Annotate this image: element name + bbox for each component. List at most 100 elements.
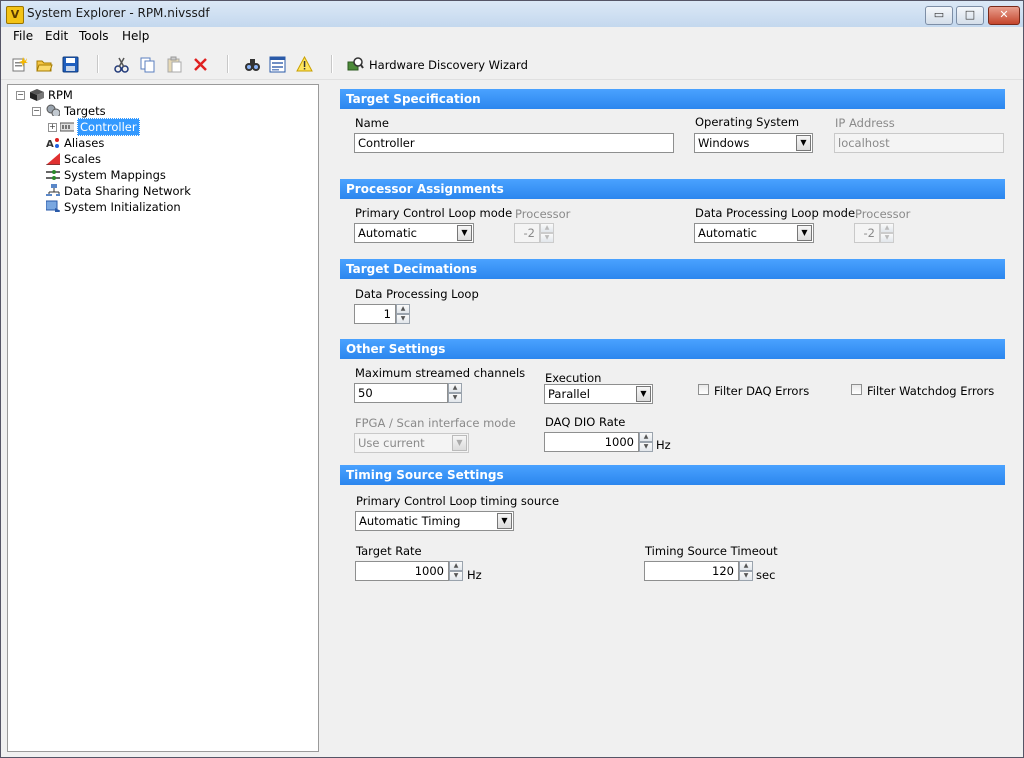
chevron-down-icon[interactable]: ▼ <box>452 435 467 451</box>
dpl-mode-label: Data Processing Loop mode <box>695 206 856 220</box>
dpl-mode-value: Automatic <box>698 226 757 240</box>
name-label: Name <box>355 116 389 130</box>
dpl-mode-select[interactable]: Automatic ▼ <box>694 223 814 243</box>
target-rate-stepper[interactable]: ▲ ▼ <box>449 561 463 581</box>
execution-select[interactable]: Parallel ▼ <box>544 384 653 404</box>
open-icon[interactable] <box>36 56 53 73</box>
filter-watchdog-errors-checkbox[interactable] <box>851 384 862 395</box>
new-icon[interactable] <box>11 56 28 73</box>
tree-item-data-sharing-network[interactable]: Data Sharing Network <box>46 183 246 199</box>
target-rate-label: Target Rate <box>356 544 422 558</box>
section-target-specification: Target Specification <box>340 89 1005 109</box>
dio-rate-unit: Hz <box>656 438 671 452</box>
chevron-down-icon[interactable]: ▼ <box>797 225 812 241</box>
pcl-mode-select[interactable]: Automatic ▼ <box>354 223 474 243</box>
processor2-stepper[interactable]: ▲ ▼ <box>880 223 894 243</box>
find-icon[interactable] <box>244 56 261 73</box>
hardware-discovery-wizard-button[interactable]: Hardware Discovery Wizard <box>369 58 528 72</box>
ip-label: IP Address <box>835 116 895 130</box>
minimize-button[interactable]: ▭ <box>925 6 953 25</box>
timing-timeout-field[interactable]: 120 <box>644 561 739 581</box>
max-channels-stepper[interactable]: ▲ ▼ <box>448 383 462 403</box>
collapse-icon[interactable]: − <box>16 91 25 100</box>
timing-timeout-stepper[interactable]: ▲ ▼ <box>739 561 753 581</box>
chevron-down-icon[interactable]: ▼ <box>796 135 811 151</box>
chevron-down-icon[interactable]: ▼ <box>457 225 472 241</box>
section-target-decimations: Target Decimations <box>340 259 1005 279</box>
os-label: Operating System <box>695 115 800 129</box>
fpga-mode-select[interactable]: Use current ▼ <box>354 433 469 453</box>
os-select[interactable]: Windows ▼ <box>694 133 813 153</box>
execution-value: Parallel <box>548 387 590 401</box>
tree-label: RPM <box>48 88 73 102</box>
targets-icon <box>46 104 60 116</box>
timing-source-select[interactable]: Automatic Timing ▼ <box>355 511 514 531</box>
warning-icon[interactable] <box>296 56 313 73</box>
tree-item-targets[interactable]: − Targets <box>32 103 232 119</box>
cut-icon[interactable] <box>113 56 130 73</box>
processor-field[interactable]: -2 <box>514 223 540 243</box>
close-button[interactable]: ✕ <box>988 6 1020 25</box>
toolbar-separator <box>227 55 229 73</box>
menu-file[interactable]: File <box>13 29 33 43</box>
target-rate-field[interactable]: 1000 <box>355 561 449 581</box>
app-icon: V <box>6 6 24 24</box>
dio-rate-field[interactable]: 1000 <box>544 432 639 452</box>
filter-daq-errors-checkbox[interactable] <box>698 384 709 395</box>
processor2-field[interactable]: -2 <box>854 223 880 243</box>
section-processor-assignments: Processor Assignments <box>340 179 1005 199</box>
dpl-decimation-stepper[interactable]: ▲ ▼ <box>396 304 410 324</box>
tree-label: System Initialization <box>64 200 181 214</box>
tree-item-rpm[interactable]: − RPM <box>16 87 216 103</box>
section-other-settings: Other Settings <box>340 339 1005 359</box>
cube-icon <box>30 89 44 101</box>
menu-tools[interactable]: Tools <box>79 29 109 43</box>
filter-daq-errors-label: Filter DAQ Errors <box>714 384 810 398</box>
svg-text:A: A <box>46 139 54 149</box>
timing-source-label: Primary Control Loop timing source <box>356 494 560 508</box>
toolbar-separator <box>331 55 333 73</box>
ip-field[interactable]: localhost <box>834 133 1004 153</box>
paste-icon[interactable] <box>166 56 183 73</box>
dpl-decimation-field[interactable]: 1 <box>354 304 396 324</box>
tree-item-controller[interactable]: + Controller <box>48 118 248 136</box>
save-icon[interactable] <box>62 56 79 73</box>
execution-label: Execution <box>545 371 602 385</box>
initialization-icon <box>46 200 60 212</box>
dio-rate-label: DAQ DIO Rate <box>545 415 626 429</box>
hardware-discovery-icon[interactable] <box>347 56 364 73</box>
tree-label: Data Sharing Network <box>64 184 191 198</box>
tree-label: Controller <box>77 118 140 136</box>
name-field[interactable]: Controller <box>354 133 674 153</box>
tree-item-aliases[interactable]: A Aliases <box>46 135 246 151</box>
tree-label: Scales <box>64 152 101 166</box>
filter-watchdog-errors-label: Filter Watchdog Errors <box>867 384 995 398</box>
tree-item-system-mappings[interactable]: System Mappings <box>46 167 246 183</box>
menu-help[interactable]: Help <box>122 29 149 43</box>
toolbar-separator <box>97 55 99 73</box>
toolbar: Hardware Discovery Wizard <box>1 49 1023 80</box>
tree-item-scales[interactable]: Scales <box>46 151 246 167</box>
os-select-value: Windows <box>698 136 750 150</box>
tree-label: Targets <box>64 104 106 118</box>
properties-icon[interactable] <box>269 56 286 73</box>
menu-edit[interactable]: Edit <box>45 29 68 43</box>
copy-icon[interactable] <box>139 56 156 73</box>
tree-item-system-initialization[interactable]: System Initialization <box>46 199 246 215</box>
processor-label: Processor <box>515 207 571 221</box>
max-channels-field[interactable]: 50 <box>354 383 448 403</box>
title-bar[interactable]: V System Explorer - RPM.nivssdf ▭ □ ✕ <box>1 1 1023 28</box>
scales-icon <box>46 153 60 165</box>
maximize-button[interactable]: □ <box>956 6 984 25</box>
chevron-down-icon[interactable]: ▼ <box>497 513 512 529</box>
expand-icon[interactable]: + <box>48 123 57 132</box>
section-timing-source-settings: Timing Source Settings <box>340 465 1005 485</box>
window-title: System Explorer - RPM.nivssdf <box>27 6 210 20</box>
collapse-icon[interactable]: − <box>32 107 41 116</box>
dio-rate-stepper[interactable]: ▲ ▼ <box>639 432 653 452</box>
max-channels-label: Maximum streamed channels <box>355 366 526 380</box>
chevron-down-icon[interactable]: ▼ <box>636 386 651 402</box>
system-tree[interactable]: − RPM − Targets + Controller A Aliases S… <box>7 84 319 752</box>
processor-stepper[interactable]: ▲ ▼ <box>540 223 554 243</box>
delete-icon[interactable] <box>192 56 209 73</box>
